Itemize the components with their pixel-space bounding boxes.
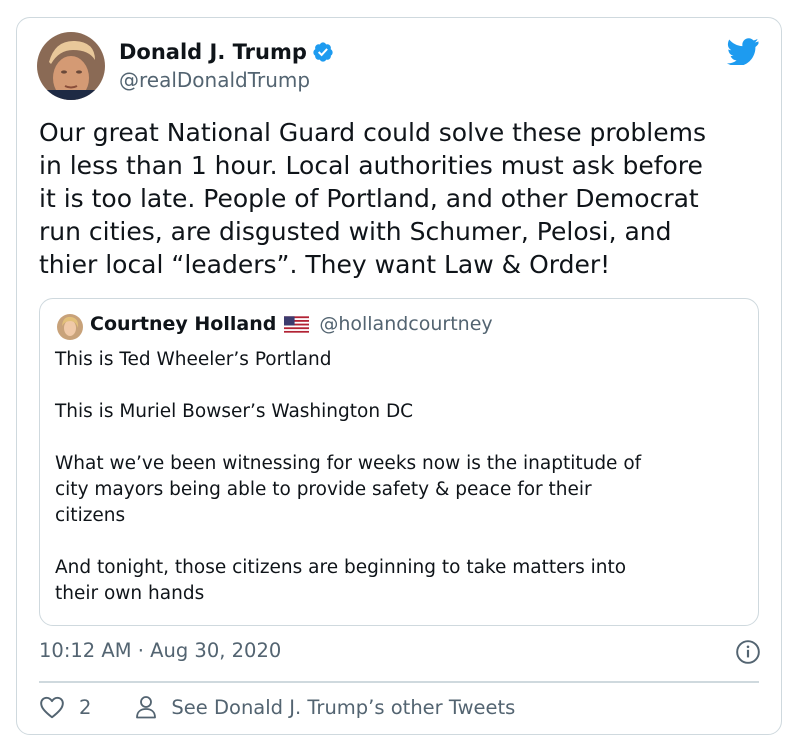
verified-badge-icon [313,42,333,62]
us-flag-icon [284,315,310,333]
like-count[interactable]: 2 [79,696,91,719]
tweet-card: Donald J. Trump @realDonaldTrump Our gre… [16,17,782,735]
divider [39,681,759,683]
author-avatar[interactable] [37,32,105,100]
quoted-author-handle[interactable]: @hollandcourtney [319,313,492,335]
author-name[interactable]: Donald J. Trump [119,40,307,64]
tweet-actions: 2 See Donald J. Trump’s other Tweets [39,695,515,719]
quoted-tweet[interactable]: Courtney Holland @hollandcourtney This i… [39,298,759,626]
quoted-tweet-text: This is Ted Wheeler’s Portland This is M… [55,349,642,604]
quoted-header: Courtney Holland @hollandcourtney [90,313,493,335]
quoted-author-avatar[interactable] [57,314,83,340]
twitter-bird-icon[interactable] [727,38,759,65]
info-icon[interactable] [735,639,761,665]
tweet-timestamp[interactable]: 10:12 AM · Aug 30, 2020 [39,639,281,662]
heart-icon[interactable] [39,695,65,719]
author-name-row: Donald J. Trump [119,40,334,64]
author-handle[interactable]: @realDonaldTrump [119,68,310,92]
see-other-tweets-link[interactable]: See Donald J. Trump’s other Tweets [171,696,515,719]
person-icon[interactable] [135,695,157,719]
tweet-text: Our great National Guard could solve the… [39,118,706,279]
quoted-author-name[interactable]: Courtney Holland [90,313,276,335]
